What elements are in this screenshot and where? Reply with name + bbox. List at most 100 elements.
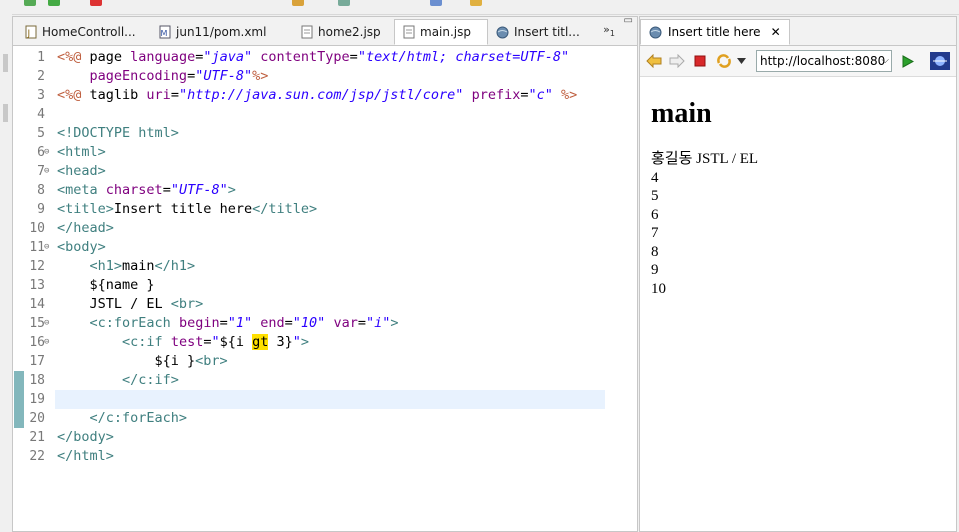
code-text: <c:forEach begin="1" end="10" var="i"> — [57, 314, 399, 333]
toolbar-icon[interactable] — [292, 0, 304, 6]
tab-home2-jsp[interactable]: home2.jsp — [293, 19, 393, 45]
line-number: 21 — [29, 430, 45, 445]
tab-label: main.jsp — [420, 25, 471, 39]
menu-dropdown-icon[interactable] — [736, 53, 746, 69]
code-line[interactable]: 10 </head> — [13, 219, 637, 238]
code-token: %> — [561, 87, 578, 103]
code-line[interactable]: 3 <%@ taglib uri="http://java.sun.com/jsp… — [13, 86, 637, 105]
code-line[interactable]: 2 pageEncoding="UTF-8"%> — [13, 67, 637, 86]
code-text: <c:if test="${i gt 3}"> — [57, 333, 309, 352]
code-line[interactable]: 7 ⊖ <head> — [13, 162, 637, 181]
code-token: "1" — [227, 315, 253, 331]
code-editor[interactable]: 1 <%@ page language="java" contentType="t… — [13, 46, 637, 531]
toolbar-icon[interactable] — [24, 0, 36, 6]
code-line[interactable]: 21 </body> — [13, 428, 637, 447]
tab-overflow-button[interactable]: »1 — [603, 23, 615, 38]
code-token: charset — [105, 182, 163, 198]
browser-pane: Insert title here ✕ http://localhost:808… — [639, 16, 957, 532]
code-line[interactable]: 18 </c:if> — [13, 371, 637, 390]
toolbar-icon[interactable] — [470, 0, 482, 6]
output-line: 홍길동 JSTL / EL — [651, 151, 759, 167]
code-line[interactable]: 22 </html> — [13, 447, 637, 466]
code-token: %> — [252, 68, 269, 84]
close-icon[interactable]: ✕ — [771, 25, 781, 39]
minimize-maximize-button[interactable]: ▭ — [624, 15, 633, 26]
eclipse-browser-icon[interactable] — [930, 52, 950, 70]
code-line[interactable]: 15 ⊖ <c:forEach begin="1" end="10" var="i… — [13, 314, 637, 333]
line-number: 15 — [29, 316, 45, 331]
code-token: test — [170, 334, 204, 350]
chevron-down-icon[interactable]: ⌵ — [881, 51, 889, 71]
toolbar-icon[interactable] — [90, 0, 102, 6]
code-token: <!DOCTYPE html> — [57, 125, 179, 141]
forward-icon[interactable] — [669, 53, 685, 69]
code-token: <meta — [57, 182, 98, 198]
tab-insert-title[interactable]: Insert titl... — [489, 19, 585, 45]
code-token: = — [349, 49, 358, 65]
fold-toggle-icon[interactable]: ⊖ — [44, 314, 53, 333]
line-number: 4 — [37, 107, 45, 122]
web-browser-icon — [649, 26, 662, 39]
code-text: pageEncoding="UTF-8"%> — [57, 67, 269, 86]
code-line[interactable]: 4 — [13, 105, 637, 124]
code-line[interactable]: 5 <!DOCTYPE html> — [13, 124, 637, 143]
tab-browser-insert-title[interactable]: Insert title here ✕ — [640, 19, 790, 45]
line-number: 16 — [29, 335, 45, 350]
code-token: <html> — [57, 144, 106, 160]
toolbar-icon[interactable] — [338, 0, 350, 6]
output-line: 9 — [651, 262, 659, 278]
refresh-icon[interactable] — [716, 53, 732, 69]
line-number: 13 — [29, 278, 45, 293]
browser-toolbar: http://localhost:8080 ⌵ — [640, 46, 956, 77]
code-line[interactable]: 13 ${name } — [13, 276, 637, 295]
code-token: " — [292, 334, 301, 350]
toolbar-icon[interactable] — [430, 0, 442, 6]
fold-toggle-icon[interactable]: ⊖ — [44, 162, 53, 181]
url-input[interactable]: http://localhost:8080 ⌵ — [756, 50, 892, 72]
code-line[interactable]: 6 ⊖ <html> — [13, 143, 637, 162]
code-token: contentType — [260, 49, 350, 65]
toolbar-icon[interactable] — [48, 0, 60, 6]
code-line[interactable]: 12 <h1>main</h1> — [13, 257, 637, 276]
code-token: 3} — [268, 334, 293, 350]
go-icon[interactable] — [900, 53, 916, 69]
code-line[interactable]: 19 — [13, 390, 637, 409]
stop-icon[interactable] — [692, 53, 708, 69]
fold-toggle-icon[interactable]: ⊖ — [44, 143, 53, 162]
code-line[interactable]: 14 JSTL / EL <br> — [13, 295, 637, 314]
code-token: </html> — [57, 448, 114, 464]
code-line[interactable]: 9 <title>Insert title here</title> — [13, 200, 637, 219]
tab-homecontroller[interactable]: J HomeControll... — [17, 19, 140, 45]
code-token: <head> — [57, 163, 106, 179]
url-text: http://localhost:8080 — [760, 54, 886, 68]
line-number: 3 — [37, 88, 45, 103]
code-text: <body> — [57, 238, 106, 257]
tab-main-jsp[interactable]: main.jsp — [394, 19, 488, 45]
code-token: </title> — [252, 201, 318, 217]
tab-label: jun11/pom.xml — [176, 25, 267, 39]
code-line[interactable]: 20 </c:forEach> — [13, 409, 637, 428]
code-token: "10" — [292, 315, 326, 331]
code-text: <!DOCTYPE html> — [57, 124, 179, 143]
code-token: <%@ — [57, 49, 82, 65]
fold-toggle-icon[interactable]: ⊖ — [44, 238, 53, 257]
code-token: ${i — [219, 334, 253, 350]
tab-pom-xml[interactable]: M jun11/pom.xml — [151, 19, 276, 45]
line-number: 2 — [37, 69, 45, 84]
code-line[interactable]: 1 <%@ page language="java" contentType="t… — [13, 48, 637, 67]
back-icon[interactable] — [646, 53, 662, 69]
code-token: taglib — [81, 87, 147, 103]
code-line[interactable]: 17 ${i }<br> — [13, 352, 637, 371]
line-number: 5 — [37, 126, 45, 141]
trim-marker — [3, 104, 8, 122]
code-token: "i" — [365, 315, 391, 331]
code-line[interactable]: 16 ⊖ <c:if test="${i gt 3}"> — [13, 333, 637, 352]
fold-toggle-icon[interactable]: ⊖ — [44, 333, 53, 352]
code-token: </c:if> — [122, 372, 179, 388]
code-line[interactable]: 8 <meta charset="UTF-8"> — [13, 181, 637, 200]
code-line[interactable]: 11 ⊖ <body> — [13, 238, 637, 257]
